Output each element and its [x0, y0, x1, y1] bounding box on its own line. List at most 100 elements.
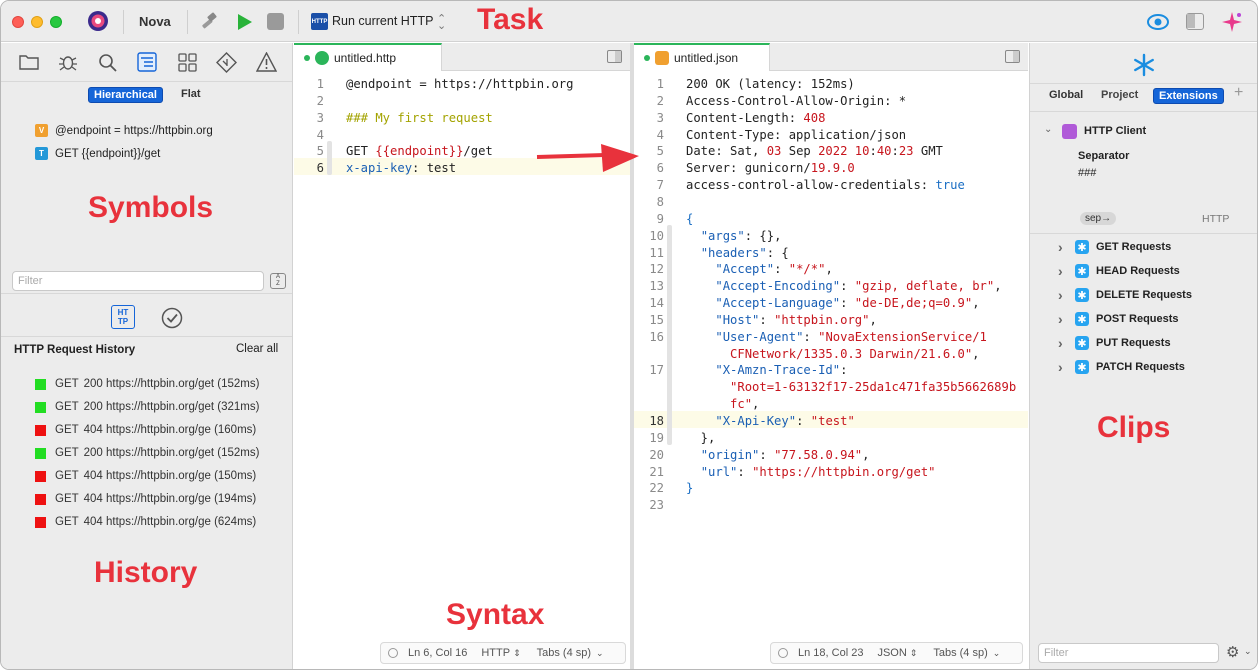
settings-gear-icon[interactable]: ⚙ — [1226, 643, 1239, 661]
flat-toggle[interactable]: Flat — [176, 87, 206, 101]
line-number: 4 — [316, 127, 324, 142]
clip-folder[interactable]: › ✱ GET Requests — [1058, 237, 1171, 257]
code-token: : test — [412, 161, 457, 176]
build-hammer-icon[interactable] — [199, 11, 221, 33]
code-token: 19.9.0 — [810, 161, 855, 176]
tab-global[interactable]: Global — [1044, 88, 1088, 102]
line-number: 18 — [649, 414, 664, 428]
ai-sparkle-icon[interactable] — [1221, 11, 1243, 33]
sidebar-toggle-icon[interactable] — [1186, 13, 1204, 30]
clips-filter-input[interactable]: Filter — [1038, 643, 1219, 663]
task-selector[interactable]: Run current HTTP — [332, 14, 433, 28]
code-line: "X-Api-Key": "test" — [686, 413, 854, 430]
code-token: Server: gunicorn/ — [686, 161, 811, 176]
split-editor-icon[interactable] — [607, 50, 622, 63]
code-token: : — [759, 312, 775, 327]
target-icon — [778, 648, 788, 658]
http-history-tab-icon[interactable]: HT TP — [111, 305, 135, 329]
cursor-position[interactable]: Ln 18, Col 23 — [798, 647, 863, 659]
symbols-annotation: Symbols — [88, 191, 214, 224]
history-row[interactable]: GET 404 https://httpbin.org/ge (194ms) — [35, 489, 256, 509]
search-icon[interactable] — [98, 53, 117, 72]
issues-warning-icon[interactable] — [255, 51, 278, 72]
chevron-right-icon[interactable]: › — [1058, 239, 1068, 255]
chevron-right-icon[interactable]: › — [1058, 287, 1068, 303]
clip-folder-label: DELETE Requests — [1096, 289, 1192, 301]
clip-folder[interactable]: › ✱ DELETE Requests — [1058, 285, 1192, 305]
syntax-selector[interactable]: JSON — [877, 647, 906, 659]
left-status-bar: Ln 6, Col 16 HTTP ⇕ Tabs (4 sp) ⌄ — [380, 642, 626, 664]
code-token: true — [935, 178, 965, 193]
chevron-right-icon[interactable]: › — [1058, 263, 1068, 279]
sort-button[interactable]: AZ — [270, 273, 286, 289]
add-icon[interactable]: + — [1234, 84, 1243, 102]
right-status-bar: Ln 18, Col 23 JSON ⇕ Tabs (4 sp) ⌄ — [770, 642, 1023, 664]
indent-selector[interactable]: Tabs (4 sp) — [537, 647, 591, 659]
run-play-icon[interactable] — [233, 11, 255, 33]
git-diamond-icon[interactable] — [216, 52, 237, 73]
line-number: 23 — [649, 498, 664, 513]
code-line: "Accept": "*/*", — [686, 261, 832, 278]
code-line: Date: Sat, 03 Sep 2022 10:40:23 GMT — [686, 143, 943, 160]
symbols-filter-input[interactable]: Filter — [12, 271, 264, 291]
tab-extensions[interactable]: Extensions — [1153, 88, 1224, 104]
code-token: "77.58.0.94" — [774, 447, 863, 462]
symbols-list-icon[interactable] — [137, 52, 157, 72]
symbol-item[interactable]: V @endpoint = https://httpbin.org — [35, 124, 213, 137]
history-row[interactable]: GET 200 https://httpbin.org/get (152ms) — [35, 443, 259, 463]
tab-untitled-http[interactable]: untitled.http — [294, 43, 442, 71]
clip-folder[interactable]: › ✱ HEAD Requests — [1058, 261, 1180, 281]
code-token: /get — [463, 144, 493, 159]
extension-name[interactable]: HTTP Client — [1084, 125, 1146, 137]
clip-folder[interactable]: › ✱ POST Requests — [1058, 309, 1179, 329]
code-token: "X-Api-Key" — [715, 414, 797, 428]
clip-folder[interactable]: › ✱ PUT Requests — [1058, 333, 1171, 353]
status-square-icon — [35, 378, 46, 390]
clip-prefix-badge: sep→ — [1080, 212, 1117, 225]
hierarchical-toggle[interactable]: Hierarchical — [88, 87, 163, 103]
chevron-down-icon[interactable]: ⌄ — [1044, 124, 1052, 135]
debug-bug-icon[interactable] — [58, 52, 78, 72]
clear-all-button[interactable]: Clear all — [236, 343, 278, 355]
separator-label: Separator — [1078, 150, 1130, 162]
separator-value[interactable]: ### — [1078, 167, 1096, 179]
right-sidebar: Global Project Extensions + ⌄ HTTP Clien… — [1029, 43, 1257, 669]
files-folder-icon[interactable] — [19, 53, 39, 71]
code-token: , — [752, 397, 760, 412]
chevron-right-icon[interactable]: › — [1058, 335, 1068, 351]
clip-folder[interactable]: › ✱ PATCH Requests — [1058, 357, 1185, 377]
checkmark-tab-icon[interactable] — [161, 307, 183, 329]
json-response-viewer[interactable]: 1 200 OK (latency: 152ms) 2 Access-Control-… — [634, 73, 1028, 633]
history-row[interactable]: GET 404 https://httpbin.org/ge (150ms) — [35, 466, 256, 486]
chevron-right-icon[interactable]: › — [1058, 311, 1068, 327]
status-square-icon — [35, 470, 46, 482]
history-row[interactable]: GET 404 https://httpbin.org/ge (160ms) — [35, 420, 256, 440]
tab-untitled-json[interactable]: untitled.json — [634, 43, 770, 71]
syntax-selector[interactable]: HTTP — [481, 647, 510, 659]
close-window-button[interactable] — [12, 16, 24, 28]
code-line: access-control-allow-credentials: true — [686, 177, 965, 194]
line-number: 2 — [656, 93, 664, 108]
minimize-window-button[interactable] — [31, 16, 43, 28]
right-editor-tabbar: untitled.json — [634, 43, 1028, 71]
history-row[interactable]: GET 200 https://httpbin.org/get (321ms) — [35, 397, 259, 417]
tab-project[interactable]: Project — [1096, 88, 1143, 102]
clips-grid-icon[interactable] — [178, 53, 197, 72]
stop-icon[interactable] — [267, 13, 284, 30]
chevron-right-icon[interactable]: › — [1058, 359, 1068, 375]
cursor-position[interactable]: Ln 6, Col 16 — [408, 647, 467, 659]
indent-selector[interactable]: Tabs (4 sp) — [933, 647, 987, 659]
clip-snowflake-icon: ✱ — [1075, 336, 1089, 350]
zoom-window-button[interactable] — [50, 16, 62, 28]
history-row[interactable]: GET 200 https://httpbin.org/get (152ms) — [35, 374, 259, 394]
line-number: 17 — [649, 363, 664, 378]
preview-eye-icon[interactable] — [1147, 12, 1169, 32]
status-square-icon — [35, 424, 46, 436]
symbol-item[interactable]: T GET {{endpoint}}/get — [35, 147, 160, 160]
split-editor-icon[interactable] — [1005, 50, 1020, 63]
history-row[interactable]: GET 404 https://httpbin.org/ge (624ms) — [35, 512, 256, 532]
indent-chevron-icon: ⌄ — [992, 647, 1001, 658]
